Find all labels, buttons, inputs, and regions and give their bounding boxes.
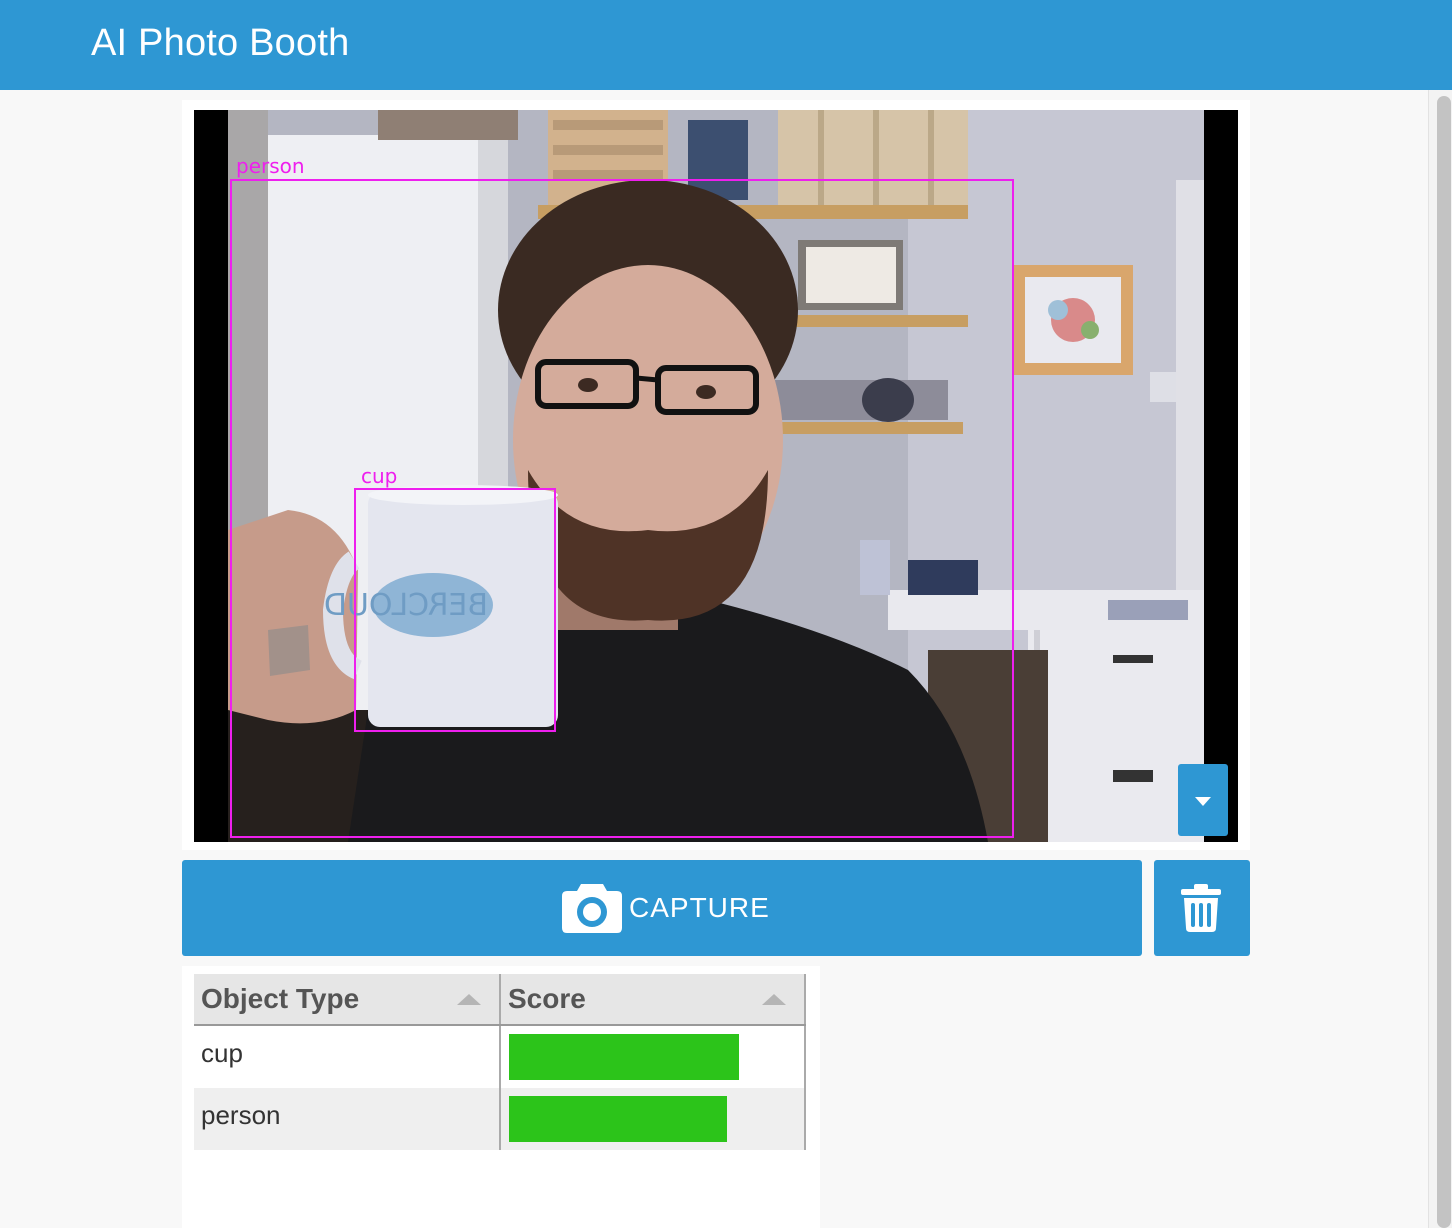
detection-label-person: person xyxy=(236,154,305,178)
detection-box-cup xyxy=(354,488,556,732)
score-cell xyxy=(500,1025,806,1088)
sort-ascending-icon[interactable] xyxy=(457,994,481,1005)
table-row[interactable]: cup xyxy=(194,1025,806,1088)
sort-ascending-icon[interactable] xyxy=(762,994,786,1005)
results-table: Object Type Score cup person xyxy=(194,974,806,1150)
camera-options-dropdown-button[interactable] xyxy=(1178,764,1228,836)
app-title: AI Photo Booth xyxy=(91,22,350,64)
camera-icon xyxy=(562,884,622,933)
trash-icon xyxy=(1181,884,1221,932)
camera-view: BERCLOUD person cup xyxy=(194,110,1238,842)
column-header-score[interactable]: Score xyxy=(500,974,806,1026)
capture-button-label: CAPTURE xyxy=(629,892,770,923)
score-cell xyxy=(500,1088,806,1150)
column-header-object-type[interactable]: Object Type xyxy=(194,974,501,1026)
object-type-cell: person xyxy=(194,1088,501,1150)
caret-down-icon xyxy=(1195,797,1211,806)
score-bar xyxy=(509,1096,728,1142)
object-type-cell: cup xyxy=(194,1025,501,1088)
table-row[interactable]: person xyxy=(194,1088,806,1150)
column-header-label: Object Type xyxy=(201,983,360,1014)
scrollbar-thumb[interactable] xyxy=(1437,96,1451,1228)
detection-box-person xyxy=(230,179,1014,838)
column-header-label: Score xyxy=(508,983,586,1014)
delete-button[interactable] xyxy=(1154,860,1250,956)
app-header: AI Photo Booth xyxy=(0,0,1452,90)
score-bar xyxy=(509,1034,740,1080)
capture-button[interactable]: CAPTURE xyxy=(182,860,1142,956)
detection-label-cup: cup xyxy=(361,464,398,488)
